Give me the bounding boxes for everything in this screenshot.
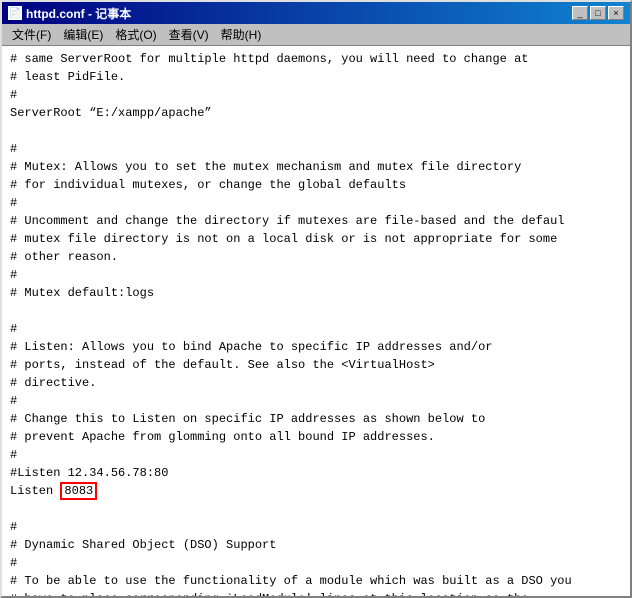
- window-title: httpd.conf - 记事本: [26, 5, 131, 22]
- menu-edit[interactable]: 编辑(E): [57, 24, 109, 45]
- title-bar-buttons: _ □ ×: [572, 6, 624, 20]
- text-line: # Mutex default:logs: [10, 284, 622, 302]
- menu-file[interactable]: 文件(F): [6, 24, 57, 45]
- menu-bar: 文件(F) 编辑(E) 格式(O) 查看(V) 帮助(H): [2, 24, 630, 46]
- text-line: #: [10, 392, 622, 410]
- text-line: #: [10, 446, 622, 464]
- text-line: #: [10, 86, 622, 104]
- text-line: # prevent Apache from glomming onto all …: [10, 428, 622, 446]
- text-line: # Dynamic Shared Object (DSO) Support: [10, 536, 622, 554]
- highlighted-port: 8083: [60, 482, 97, 500]
- text-line: # Change this to Listen on specific IP a…: [10, 410, 622, 428]
- main-window: 📄 httpd.conf - 记事本 _ □ × 文件(F) 编辑(E) 格式(…: [0, 0, 632, 598]
- text-line: # directive.: [10, 374, 622, 392]
- text-line: # least PidFile.: [10, 68, 622, 86]
- maximize-button[interactable]: □: [590, 6, 606, 20]
- text-line: Listen 8083: [10, 482, 622, 500]
- text-line: ServerRoot “E:/xampp/apache”: [10, 104, 622, 122]
- menu-view[interactable]: 查看(V): [163, 24, 215, 45]
- text-line: # same ServerRoot for multiple httpd dae…: [10, 50, 622, 68]
- text-line: # To be able to use the functionality of…: [10, 572, 622, 590]
- menu-help[interactable]: 帮助(H): [215, 24, 268, 45]
- text-line: #: [10, 554, 622, 572]
- text-line: # other reason.: [10, 248, 622, 266]
- text-line: #Listen 12.34.56.78:80: [10, 464, 622, 482]
- text-line: ​: [10, 302, 622, 320]
- text-line: ​: [10, 500, 622, 518]
- text-line: ​: [10, 122, 622, 140]
- text-line: # have to place corresponding `LoadModul…: [10, 590, 622, 596]
- text-editor-content[interactable]: # same ServerRoot for multiple httpd dae…: [2, 46, 630, 596]
- text-line: # ports, instead of the default. See als…: [10, 356, 622, 374]
- text-line: #: [10, 518, 622, 536]
- text-line: # Uncomment and change the directory if …: [10, 212, 622, 230]
- text-line: # for individual mutexes, or change the …: [10, 176, 622, 194]
- app-icon: 📄: [8, 6, 22, 20]
- text-line: #: [10, 194, 622, 212]
- text-line: #: [10, 320, 622, 338]
- text-line: # Mutex: Allows you to set the mutex mec…: [10, 158, 622, 176]
- text-line: # Listen: Allows you to bind Apache to s…: [10, 338, 622, 356]
- title-bar-left: 📄 httpd.conf - 记事本: [8, 5, 131, 22]
- text-line: # mutex file directory is not on a local…: [10, 230, 622, 248]
- menu-format[interactable]: 格式(O): [109, 24, 162, 45]
- close-button[interactable]: ×: [608, 6, 624, 20]
- text-line: #: [10, 266, 622, 284]
- title-bar: 📄 httpd.conf - 记事本 _ □ ×: [2, 2, 630, 24]
- text-line: #: [10, 140, 622, 158]
- minimize-button[interactable]: _: [572, 6, 588, 20]
